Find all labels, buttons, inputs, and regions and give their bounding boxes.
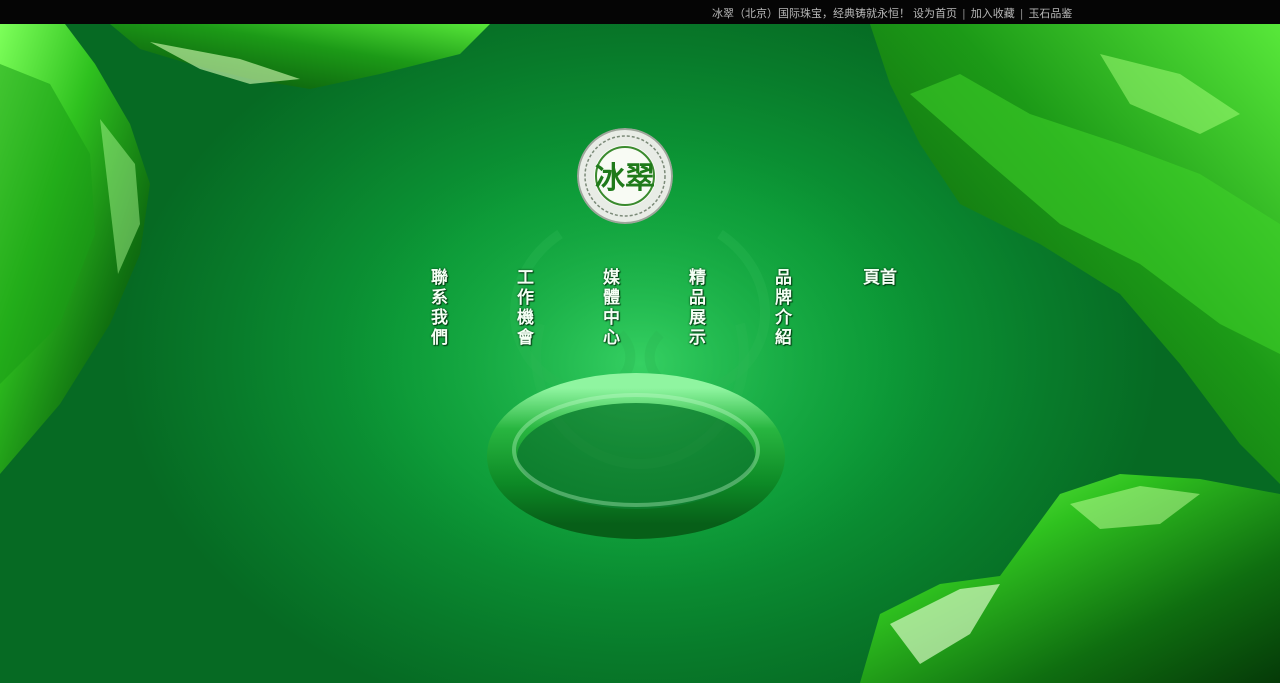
nav-home-char-2: 頁 [859,268,879,285]
top-bar: 冰翠（北京）国际珠宝，经典铸就永恒！ 设为首页 | 加入收藏 | 玉石品鉴 [0,0,1280,24]
nav-brand-introduction[interactable]: 品牌介紹 [771,268,791,348]
brand-seal-logo[interactable]: 冰翠 [577,128,673,224]
add-favorite-link[interactable]: 加入收藏 [971,7,1015,20]
jade-background-art [0,24,1280,683]
logo-text: 冰翠 [595,161,655,196]
hero-stage: 冰翠 聯系我們 工作機會 媒體中心 精品展示 品牌介紹 首頁 [0,24,1280,683]
nav-home-char-1: 首 [876,268,896,285]
nav-contact-us[interactable]: 聯系我們 [427,268,447,348]
link-separator: | [1019,7,1024,20]
nav-media-center[interactable]: 媒體中心 [599,268,619,348]
top-links: 设为首页 | 加入收藏 | 玉石品鉴 [913,5,1072,21]
link-separator: | [962,7,966,20]
set-homepage-link[interactable]: 设为首页 [913,7,957,20]
nav-job-opportunities[interactable]: 工作機會 [513,268,533,348]
nav-product-showcase[interactable]: 精品展示 [685,268,705,348]
slogan-text: 冰翠（北京）国际珠宝，经典铸就永恒！ [712,7,910,20]
jade-appraisal-link[interactable]: 玉石品鉴 [1028,7,1072,20]
nav-home[interactable]: 首頁 [859,268,896,310]
